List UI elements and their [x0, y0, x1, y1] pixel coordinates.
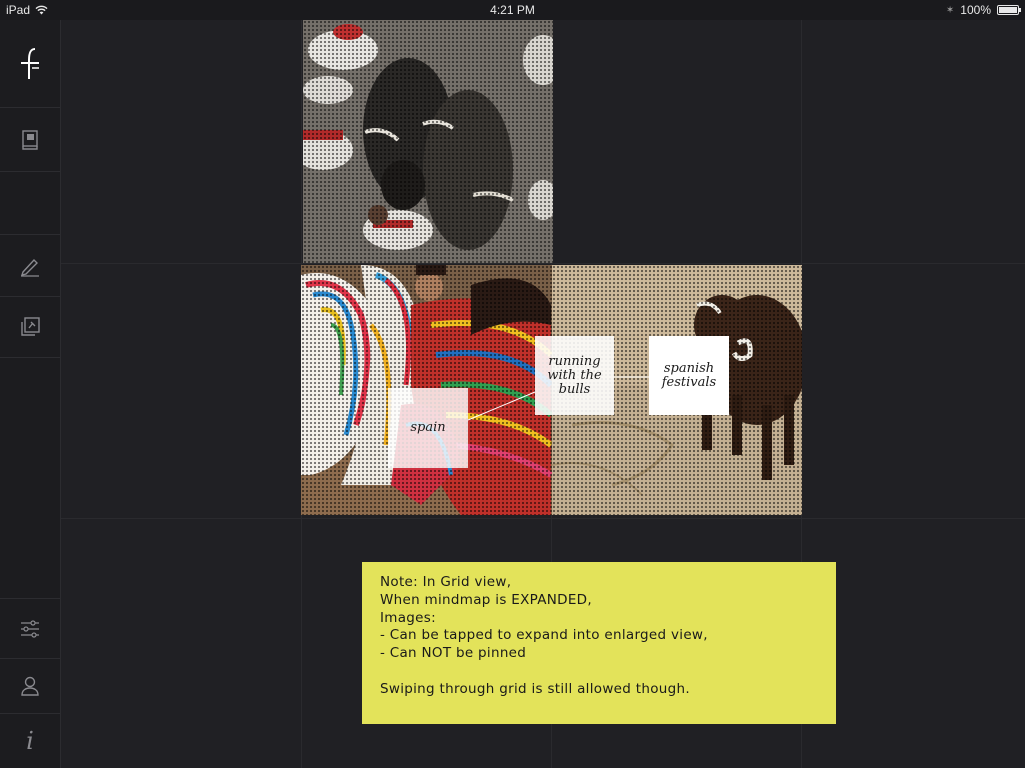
note-line: Note: In Grid view, [380, 574, 512, 590]
note-line: - Can be tapped to expand into enlarged … [380, 627, 708, 644]
note-line: - Can NOT be pinned [380, 645, 527, 662]
mindmap-node-running-with-the-bulls[interactable]: running with the bulls [535, 336, 614, 415]
note-line: When mindmap is EXPANDED, [380, 591, 592, 608]
note-line [380, 663, 818, 681]
mindmap-node-spanish-festivals[interactable]: spanish festivals [649, 336, 729, 415]
node-label: spanish festivals [661, 360, 717, 390]
note-line: Images: [380, 609, 436, 626]
note-line: Swiping through grid is still allowed th… [380, 680, 690, 697]
annotation-note: Note: In Grid view, When mindmap is EXPA… [362, 562, 836, 724]
node-label: running with the bulls [547, 353, 602, 397]
mindmap-node-spain[interactable]: spain [388, 388, 468, 468]
node-label: spain [410, 420, 446, 435]
